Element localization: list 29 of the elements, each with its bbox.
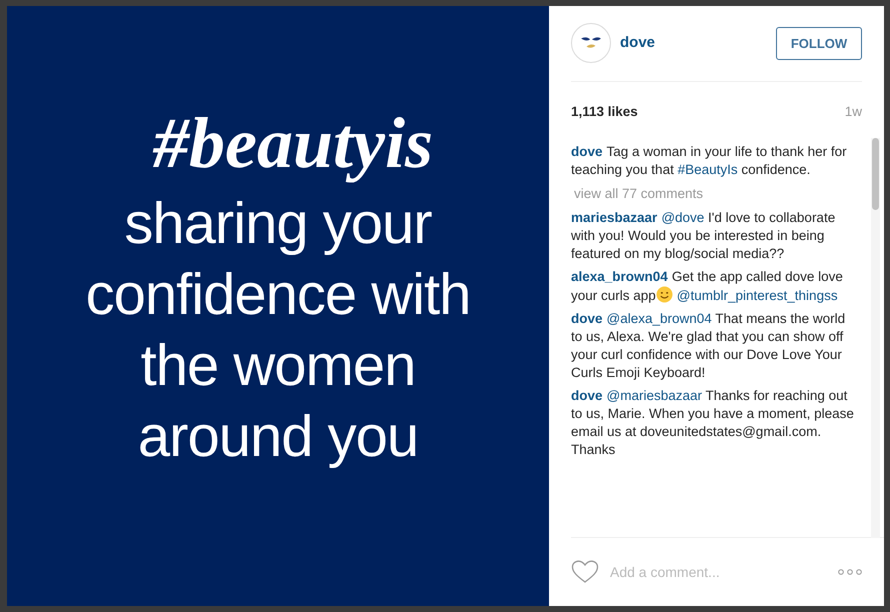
username-link[interactable]: dove <box>571 144 603 160</box>
mention-link[interactable]: #BeautyIs <box>678 162 738 178</box>
hashtag-text: #beautyis <box>153 102 433 185</box>
mention-link[interactable]: @tumblr_pinterest_thingss <box>676 288 838 304</box>
comment-text: dove Tag a woman in your life to thank her for teaching you that #BeautyIs confidence. <box>571 143 848 180</box>
image-text-line: around you <box>138 403 418 471</box>
follow-button[interactable]: FOLLOW <box>776 26 862 60</box>
username-link[interactable]: dove <box>571 388 603 404</box>
image-text-line: confidence with <box>86 261 470 329</box>
smiley-icon <box>656 286 673 304</box>
mention-link[interactable]: @mariesbazaar <box>606 388 702 404</box>
mention-link[interactable]: @alexa_brown04 <box>606 311 712 326</box>
more-options-icon[interactable] <box>838 569 862 576</box>
username-link[interactable]: alexa_brown04 <box>571 269 668 284</box>
likes-count: 1,113 likes <box>571 102 638 121</box>
username-link[interactable]: mariesbazaar <box>571 210 658 226</box>
username-link[interactable]: dove <box>620 32 656 55</box>
avatar[interactable] <box>571 23 611 64</box>
username-link[interactable]: dove <box>571 311 603 326</box>
comment-text: mariesbazaar @dove I'd love to collaborate with you! Would you be interested in being featured on my blog/social media?? <box>571 209 836 264</box>
comment-text: dove @mariesbazaar Thanks for reaching out to us, Marie. When you have a moment, please email us at doveunitedstates@gmail.com. Thanks <box>571 387 855 460</box>
image-text-line: sharing your <box>124 190 432 258</box>
comment-input[interactable]: Add a comment... <box>610 562 838 583</box>
comment-text: dove @alexa_brown04 That means the world to us, Alexa. We're glad that you can show off your curl confidence with our Dove Love Your Curls Emoji Keyboard! <box>571 310 846 382</box>
post-age: 1w <box>844 102 862 121</box>
image-text-line: the women <box>140 332 416 400</box>
mention-link[interactable]: @dove <box>661 210 704 226</box>
scrollbar[interactable] <box>871 138 880 538</box>
heart-icon[interactable] <box>571 560 599 584</box>
